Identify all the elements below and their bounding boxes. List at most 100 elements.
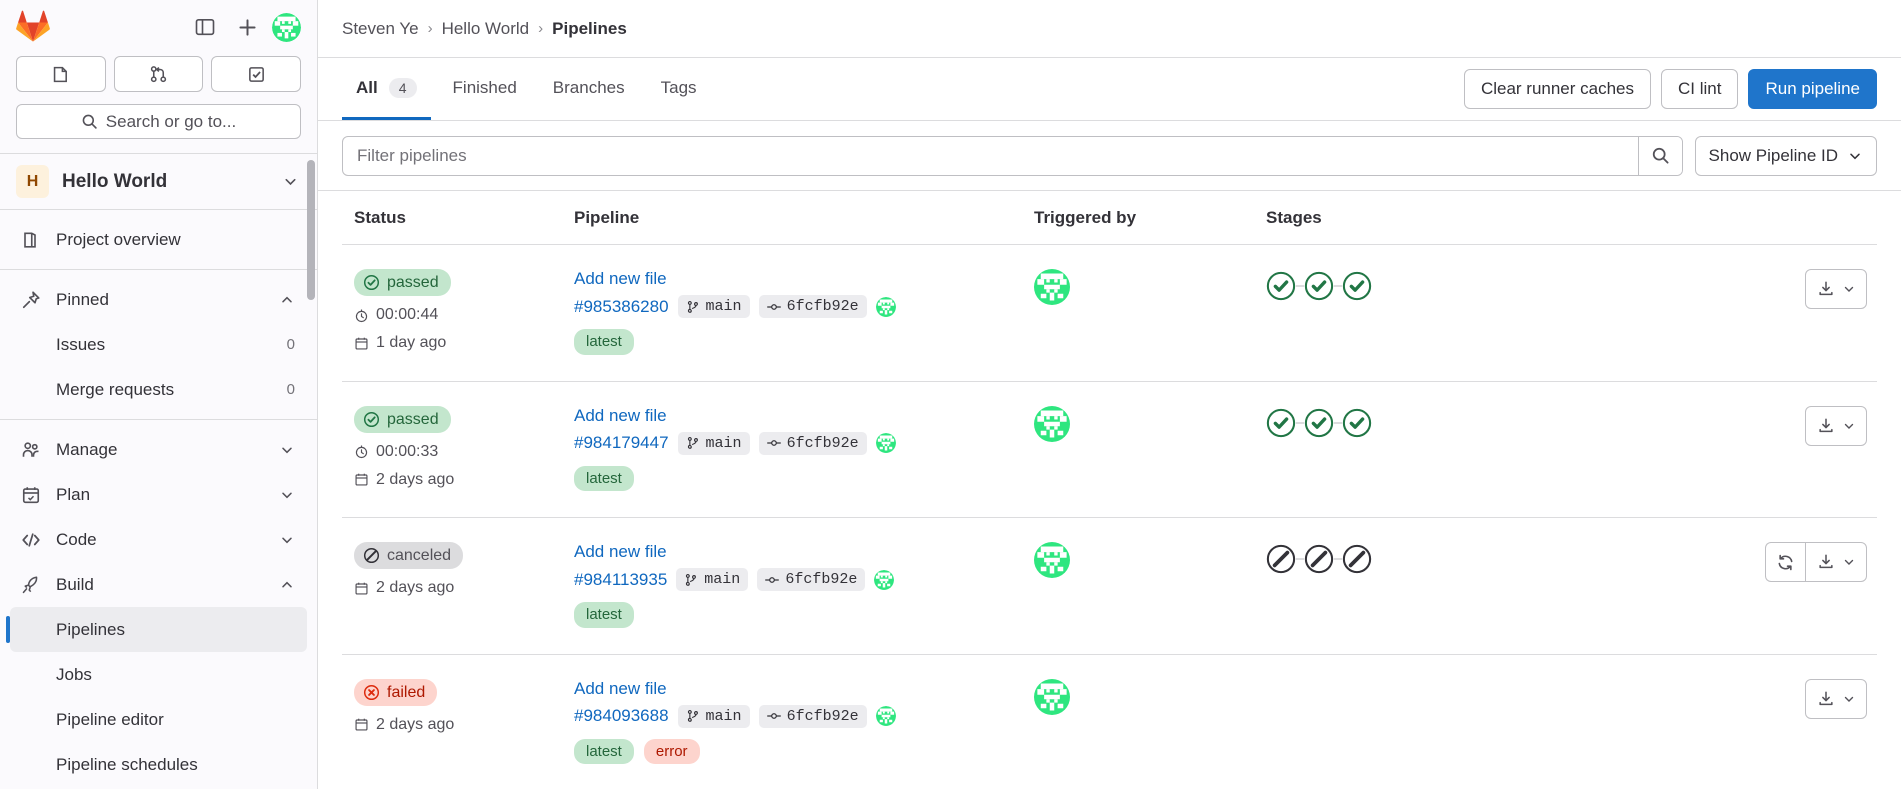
ci-lint-button[interactable]: CI lint bbox=[1661, 69, 1739, 109]
pipeline-title-link[interactable]: Add new file bbox=[574, 406, 667, 426]
tag-badge: latest bbox=[574, 465, 634, 491]
chevron-down-icon bbox=[1842, 282, 1856, 296]
download-artifacts-button[interactable] bbox=[1805, 405, 1867, 446]
issues-quick-link[interactable] bbox=[16, 56, 106, 92]
triggered-by-avatar[interactable] bbox=[1034, 269, 1266, 305]
sidebar-item-pipeline-editor[interactable]: Pipeline editor bbox=[10, 697, 307, 742]
tab-branches[interactable]: Branches bbox=[539, 58, 639, 120]
main-content: Steven Ye › Hello World › Pipelines All … bbox=[318, 0, 1901, 789]
sidebar-item-project-overview[interactable]: Project overview bbox=[10, 217, 307, 262]
pipeline-title-link[interactable]: Add new file bbox=[574, 542, 667, 562]
stage-status-canceled-icon[interactable] bbox=[1266, 544, 1296, 574]
cell-status: failed 2 days ago bbox=[342, 678, 574, 734]
table-row: canceled 2 days ago Add new file #984113… bbox=[342, 518, 1877, 655]
download-artifacts-button[interactable] bbox=[1805, 269, 1867, 309]
search-icon[interactable] bbox=[1637, 136, 1682, 175]
clear-runner-caches-button[interactable]: Clear runner caches bbox=[1463, 69, 1652, 109]
plus-icon[interactable] bbox=[230, 10, 264, 44]
stage-status-success-icon[interactable] bbox=[1342, 407, 1372, 438]
sidebar-item-pipeline-schedules[interactable]: Pipeline schedules bbox=[10, 742, 307, 787]
stage-status-success-icon[interactable] bbox=[1304, 271, 1334, 301]
status-label: failed bbox=[387, 683, 426, 701]
sidebar-item-label: Issues bbox=[56, 334, 106, 354]
breadcrumb-item-project[interactable]: Hello World bbox=[442, 19, 530, 39]
project-switcher[interactable]: H Hello World bbox=[0, 154, 317, 211]
commit-author-avatar[interactable] bbox=[874, 569, 895, 590]
pipeline-id-link[interactable]: #984093688 bbox=[574, 706, 669, 726]
breadcrumb-separator: › bbox=[427, 20, 433, 37]
stage-connector bbox=[1334, 421, 1342, 424]
merge-requests-quick-link[interactable] bbox=[113, 56, 204, 92]
tab-all[interactable]: All 4 bbox=[342, 58, 431, 120]
triggered-by-avatar[interactable] bbox=[1034, 542, 1266, 578]
pipeline-title-link[interactable]: Add new file bbox=[574, 269, 667, 289]
tab-finished[interactable]: Finished bbox=[439, 58, 531, 120]
cell-pipeline: Add new file #984179447 main 6fcfb92e la… bbox=[574, 406, 1034, 491]
stage-list bbox=[1266, 271, 1747, 301]
status-badge[interactable]: passed bbox=[354, 269, 451, 297]
breadcrumb-item-user[interactable]: Steven Ye bbox=[342, 19, 419, 39]
status-success-icon bbox=[363, 274, 380, 291]
commit-author-avatar[interactable] bbox=[875, 433, 896, 453]
branch-chip[interactable]: main bbox=[677, 704, 750, 728]
status-badge[interactable]: failed bbox=[354, 678, 438, 706]
stage-status-canceled-icon[interactable] bbox=[1342, 544, 1372, 574]
run-pipeline-button[interactable]: Run pipeline bbox=[1748, 69, 1877, 109]
todos-quick-link[interactable] bbox=[211, 56, 302, 92]
sidebar-item-label: Project overview bbox=[56, 229, 181, 249]
sidebar-item-pipelines[interactable]: Pipelines bbox=[6, 607, 307, 653]
branch-chip[interactable]: main bbox=[677, 295, 750, 318]
sidebar-item-label: Merge requests bbox=[56, 379, 175, 399]
status-badge[interactable]: canceled bbox=[354, 542, 464, 570]
triggered-by-avatar[interactable] bbox=[1034, 678, 1266, 715]
branch-chip[interactable]: main bbox=[677, 431, 750, 455]
sidebar-item-merge-requests[interactable]: Merge requests 0 bbox=[10, 367, 307, 412]
pipeline-id-link[interactable]: #985386280 bbox=[574, 297, 669, 317]
retry-pipeline-button[interactable] bbox=[1765, 542, 1805, 582]
download-artifacts-button[interactable] bbox=[1805, 678, 1867, 719]
stage-status-success-icon[interactable] bbox=[1342, 271, 1372, 301]
status-badge[interactable]: passed bbox=[354, 405, 451, 433]
commit-author-avatar[interactable] bbox=[875, 706, 896, 726]
commit-chip[interactable]: 6fcfb92e bbox=[758, 431, 867, 455]
chevron-down-icon bbox=[1847, 148, 1863, 164]
stage-status-success-icon[interactable] bbox=[1266, 271, 1296, 301]
sidebar-section-pinned[interactable]: Pinned bbox=[10, 277, 307, 322]
pipeline-id-link[interactable]: #984113935 bbox=[574, 570, 667, 590]
user-avatar[interactable] bbox=[272, 12, 301, 42]
sidebar-section-build[interactable]: Build bbox=[10, 562, 307, 607]
pipeline-id-link[interactable]: #984179447 bbox=[574, 433, 669, 453]
triggered-by-avatar[interactable] bbox=[1034, 405, 1266, 442]
sidebar-toggle-icon[interactable] bbox=[188, 10, 222, 44]
search-input[interactable]: Search or go to... bbox=[16, 104, 301, 140]
pipeline-title-link[interactable]: Add new file bbox=[574, 679, 667, 699]
download-artifacts-button[interactable] bbox=[1805, 542, 1867, 582]
status-label: passed bbox=[387, 410, 439, 428]
stage-status-success-icon[interactable] bbox=[1266, 407, 1296, 438]
commit-icon bbox=[765, 573, 780, 587]
cell-triggered-by bbox=[1034, 542, 1266, 578]
stage-status-success-icon[interactable] bbox=[1304, 407, 1334, 438]
timeago-value: 2 days ago bbox=[376, 715, 455, 733]
commit-chip[interactable]: 6fcfb92e bbox=[757, 568, 866, 591]
commit-chip[interactable]: 6fcfb92e bbox=[758, 295, 867, 318]
tab-tags[interactable]: Tags bbox=[647, 58, 711, 120]
commit-icon bbox=[766, 300, 781, 314]
status-label: canceled bbox=[387, 547, 452, 564]
sidebar-scrollbar[interactable] bbox=[307, 160, 315, 301]
branch-name: main bbox=[705, 298, 742, 315]
sidebar-section-code[interactable]: Code bbox=[10, 517, 307, 562]
calendar-icon bbox=[354, 336, 369, 351]
chevron-up-icon bbox=[279, 292, 295, 308]
commit-chip[interactable]: 6fcfb92e bbox=[758, 704, 867, 728]
branch-chip[interactable]: main bbox=[676, 568, 749, 591]
sidebar-item-jobs[interactable]: Jobs bbox=[10, 652, 307, 697]
sidebar-item-issues[interactable]: Issues 0 bbox=[10, 322, 307, 367]
show-pipeline-id-dropdown[interactable]: Show Pipeline ID bbox=[1694, 135, 1877, 176]
sidebar-section-plan[interactable]: Plan bbox=[10, 472, 307, 517]
filter-pipelines-input[interactable] bbox=[343, 136, 1638, 175]
sidebar-section-manage[interactable]: Manage bbox=[10, 427, 307, 472]
commit-author-avatar[interactable] bbox=[875, 296, 896, 317]
tab-count-badge: 4 bbox=[388, 77, 417, 98]
stage-status-canceled-icon[interactable] bbox=[1304, 544, 1334, 574]
